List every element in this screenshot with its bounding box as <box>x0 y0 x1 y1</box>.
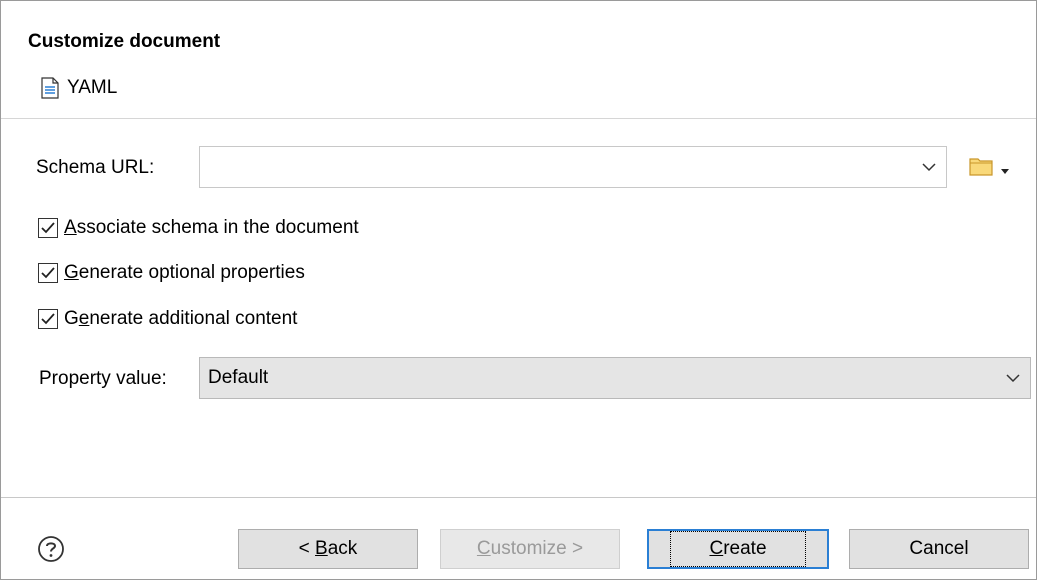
generate-optional-label: Generate optional properties <box>64 262 305 283</box>
create-button[interactable]: Create <box>647 529 829 569</box>
document-type: YAML <box>41 77 117 99</box>
customize-button-label: Customize > <box>476 538 584 559</box>
generate-additional-label: Generate additional content <box>64 308 298 329</box>
associate-schema-checkbox[interactable]: Associate schema in the document <box>38 217 359 239</box>
footer-separator <box>1 497 1036 498</box>
property-value-selected: Default <box>208 367 269 388</box>
cancel-button[interactable]: Cancel <box>849 529 1029 569</box>
property-value-select[interactable]: Default <box>199 357 1031 399</box>
help-icon[interactable] <box>37 535 65 569</box>
back-button-label: < Back <box>298 538 358 559</box>
chevron-down-icon[interactable] <box>1006 367 1020 389</box>
generate-additional-checkbox[interactable]: Generate additional content <box>38 308 297 330</box>
document-icon <box>41 77 59 99</box>
checkbox-checked-icon[interactable] <box>38 263 58 283</box>
checkbox-checked-icon[interactable] <box>38 218 58 238</box>
folder-icon <box>969 156 993 182</box>
document-type-label: YAML <box>67 77 118 98</box>
customize-document-dialog: Customize document YAML Schema URL: Asso… <box>0 0 1037 580</box>
schema-url-label: Schema URL: <box>36 157 155 178</box>
property-value-label: Property value: <box>39 368 167 389</box>
checkbox-checked-icon[interactable] <box>38 309 58 329</box>
associate-schema-label: Associate schema in the document <box>64 217 359 238</box>
create-button-label: Create <box>670 531 806 567</box>
schema-url-combo[interactable] <box>199 146 947 188</box>
caret-down-icon <box>1001 158 1009 180</box>
customize-button[interactable]: Customize > <box>440 529 620 569</box>
generate-optional-checkbox[interactable]: Generate optional properties <box>38 262 305 284</box>
browse-button[interactable] <box>969 156 1009 182</box>
cancel-button-label: Cancel <box>909 538 969 559</box>
dialog-title: Customize document <box>28 31 221 52</box>
dialog-header: Customize document YAML <box>1 1 1036 119</box>
chevron-down-icon[interactable] <box>922 156 936 178</box>
back-button[interactable]: < Back <box>238 529 418 569</box>
